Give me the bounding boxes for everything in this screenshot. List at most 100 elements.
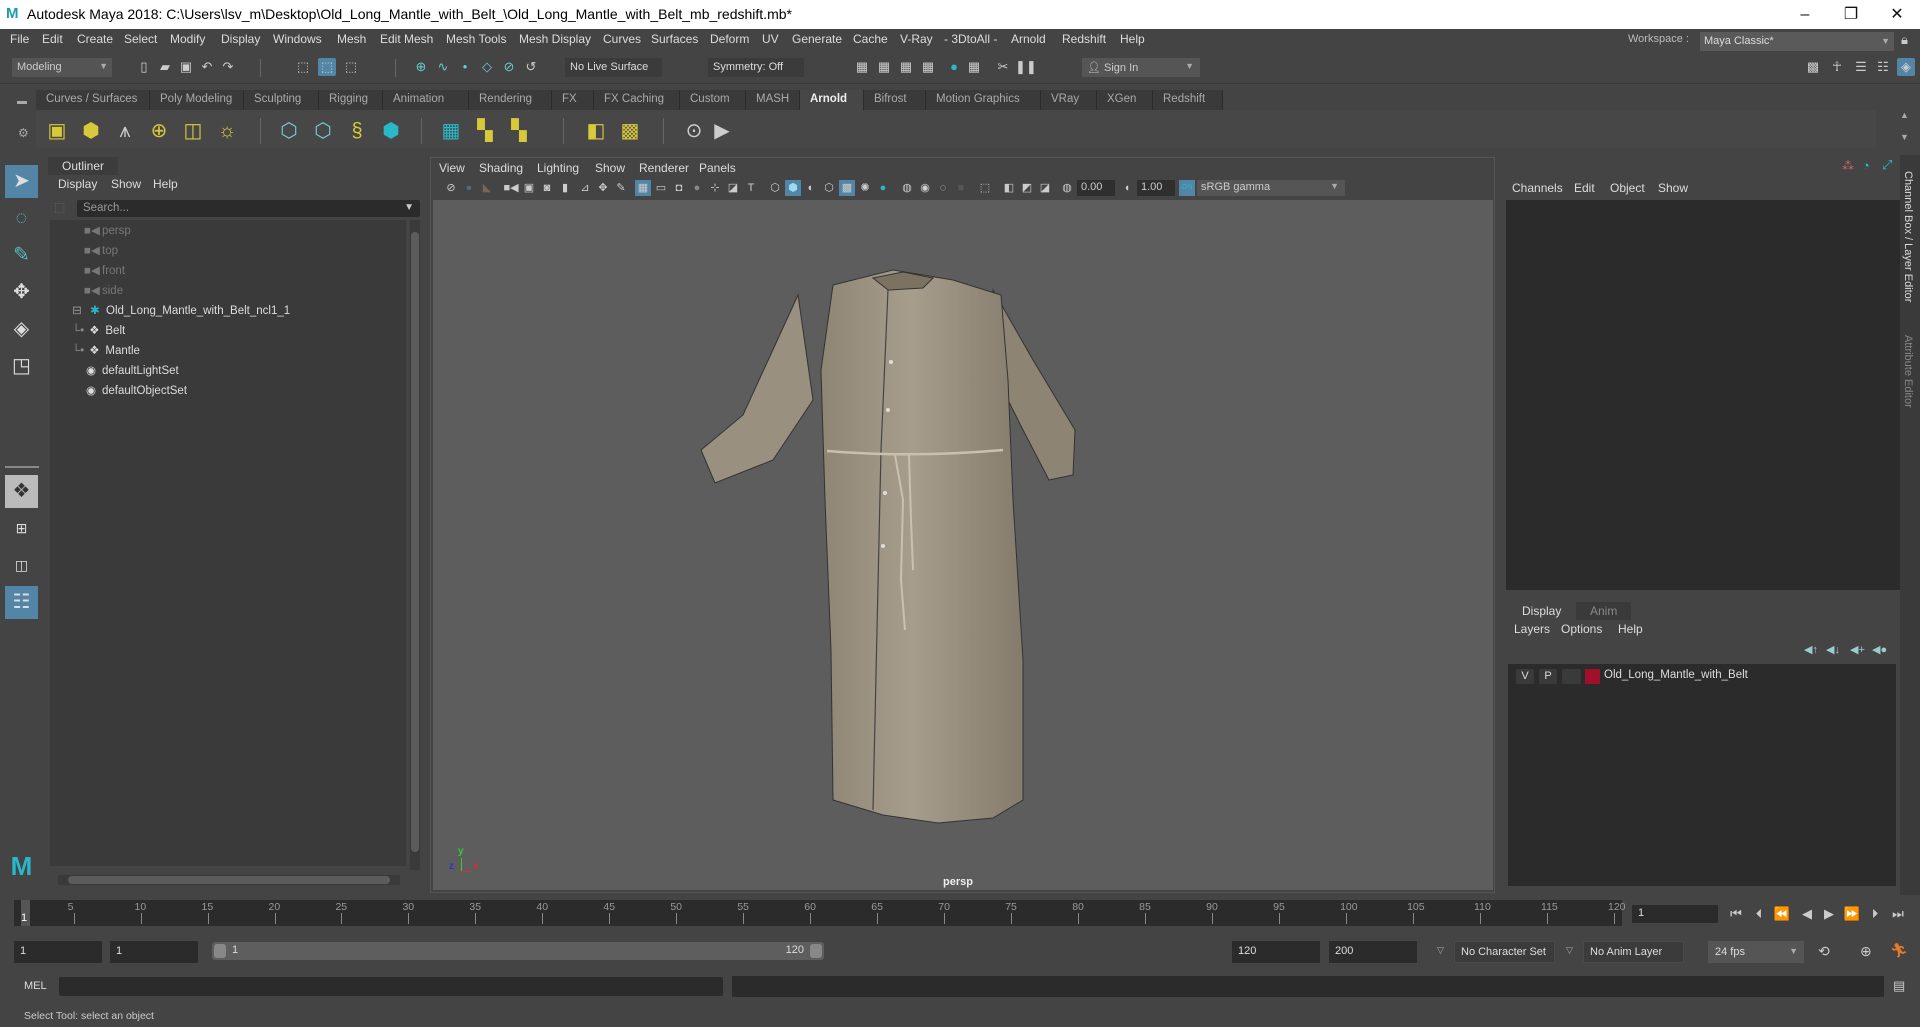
outliner-menu-show[interactable]: Show [111,177,141,191]
menu-arnold[interactable]: Arnold [1011,32,1046,46]
smooth-shade-icon[interactable]: ⬢ [785,180,801,196]
channels-menu-edit[interactable]: Edit [1574,181,1595,195]
range-end-handle[interactable] [810,944,822,958]
layer-row[interactable]: V P Old_Long_Mantle_with_Belt [1508,664,1896,688]
scrollbar-thumb[interactable] [411,232,419,852]
bookmark-flag-icon[interactable]: ▮ [557,180,573,196]
snap-project-icon[interactable]: ↺ [522,58,540,76]
layer-color-swatch[interactable] [1585,669,1600,684]
fps-dropdown[interactable]: 24 fps ▼ [1708,941,1804,963]
safe-action-icon[interactable]: ◪ [725,180,741,196]
anti-aliasing-icon[interactable]: ◌ [935,180,951,196]
shelf-tab-sculpting[interactable]: Sculpting [244,90,319,110]
outliner-item-top[interactable]: ■◀ top [84,242,118,260]
render-frame-icon[interactable]: ▦ [853,58,871,76]
tx-remove-icon[interactable]: ▚ [506,118,532,144]
play-forwards-icon[interactable]: ▶ [1820,905,1838,923]
layer-tab-display[interactable]: Display [1508,602,1576,620]
exposure-field[interactable]: 0.00 [1077,180,1115,196]
layer-menu-layers[interactable]: Layers [1514,622,1550,636]
isolate-select-icon[interactable]: ⬚ [977,180,993,196]
color-management-toggle[interactable]: ON [1179,180,1195,196]
step-forward-key-icon[interactable]: ⏩ [1843,905,1861,923]
select-component-icon[interactable]: ⬚ [342,58,360,76]
menu-cache[interactable]: Cache [853,32,888,46]
photometric-light-icon[interactable]: ⩚ [112,118,138,144]
range-start-handle[interactable] [214,944,226,958]
screen-space-ao-icon[interactable]: ◍ [899,180,915,196]
menu-mesh-display[interactable]: Mesh Display [519,32,591,46]
save-scene-icon[interactable]: ▣ [177,58,195,76]
standin-create-icon[interactable]: ⬡ [276,118,302,144]
live-surface-field[interactable]: No Live Surface [565,58,662,77]
side-tab-channel-box[interactable]: Channel Box / Layer Editor [1902,171,1914,302]
grease-pencil-icon[interactable]: ✎ [613,180,629,196]
menu-redshift[interactable]: Redshift [1062,32,1106,46]
outliner-layout-icon[interactable]: ☷ [5,586,38,619]
shelf-tab-animation[interactable]: Animation [383,90,469,110]
close-button[interactable]: ✕ [1874,0,1920,29]
current-frame-marker[interactable]: 1 [21,900,30,926]
gear-icon[interactable]: ⚙︎ [18,126,29,140]
menu-edit-mesh[interactable]: Edit Mesh [380,32,433,46]
menu-mesh[interactable]: Mesh [337,32,366,46]
render-view-icon[interactable]: ▦ [965,58,983,76]
layer-display-type-toggle[interactable] [1562,669,1581,684]
bookmark-icon[interactable]: ◣ [479,180,495,196]
go-to-start-icon[interactable]: ⏮ [1727,905,1745,923]
time-slider-track[interactable]: 1 5 10 15 20 25 30 35 40 45 50 55 60 65 70 75 80 85 90 95 1… [14,900,1626,926]
wireframe-icon[interactable]: ⬡ [767,180,783,196]
shelf-scroll-down-icon[interactable]: ▼ [1900,132,1909,142]
motion-blur-icon[interactable]: ◉ [917,180,933,196]
volume-icon[interactable]: ⬢ [378,118,404,144]
shelf-tab-fx[interactable]: FX [552,90,594,110]
texture-manager-icon[interactable]: ▚ [472,118,498,144]
channels-menu-show[interactable]: Show [1658,181,1688,195]
chevron-down-icon[interactable]: ▼ [404,202,414,213]
wireframe-on-shaded-icon[interactable]: ⬡ [821,180,837,196]
single-perspective-layout-icon[interactable]: ❖ [5,475,38,508]
outliner-item-default-light-set[interactable]: ◉ defaultLightSet [84,362,179,380]
channel-box-area[interactable] [1506,200,1900,590]
shelf-tab-mash[interactable]: MASH [746,90,800,110]
viewport-menu-renderer[interactable]: Renderer [639,161,689,175]
shelf-tab-bifrost[interactable]: Bifrost [864,90,926,110]
mantle-model[interactable] [433,200,1493,890]
xray-icon[interactable]: ◧ [1001,180,1017,196]
outliner-menu-display[interactable]: Display [58,177,97,191]
scrollbar-thumb[interactable] [68,876,390,884]
shelf-tab-rigging[interactable]: Rigging [319,90,383,110]
mel-label[interactable]: MEL [24,980,47,992]
2d-pan-zoom-icon[interactable]: ✥ [595,180,611,196]
attribute-editor-toggle-icon[interactable]: ☰ [1852,58,1870,76]
skydome-light-icon[interactable]: ⊕ [146,118,172,144]
menu-vray[interactable]: V-Ray [900,32,933,46]
animation-start-field[interactable]: 1 [14,941,102,963]
menu-select[interactable]: Select [124,32,157,46]
shelf-tab-poly-modeling[interactable]: Poly Modeling [150,90,244,110]
open-scene-icon[interactable]: ▰ [156,58,174,76]
snap-live-icon[interactable]: ⊘ [500,58,518,76]
safe-title-icon[interactable]: T [743,180,759,196]
outliner-search-input[interactable]: Search... ▼ [77,200,420,217]
render-sequence-icon[interactable]: ▦ [875,58,893,76]
range-bar[interactable]: 1 120 [212,942,824,960]
animation-preferences-icon[interactable]: 🏃︎ [1890,942,1908,959]
four-view-layout-icon[interactable]: ⊞ [5,512,38,545]
script-editor-icon[interactable]: ▤ [1893,978,1905,994]
select-object-icon[interactable]: ⬚ [318,58,336,76]
hypershade-icon[interactable]: ● [945,58,963,76]
anim-layer-dropdown[interactable]: No Anim Layer [1583,941,1684,963]
camera-settings-icon[interactable]: ◙ [539,180,555,196]
layer-menu-options[interactable]: Options [1561,622,1602,636]
viewport-menu-shading[interactable]: Shading [479,161,523,175]
hyper-icon[interactable]: ⤢ [1882,157,1892,173]
menu-display[interactable]: Display [221,32,260,46]
rotate-tool-icon[interactable]: ◈ [5,313,38,346]
step-forward-frame-icon[interactable]: ⏵ [1866,905,1884,923]
viewport-menu-view[interactable]: View [439,161,465,175]
shelf-tab-curves-surfaces[interactable]: Curves / Surfaces [36,90,150,110]
step-back-key-icon[interactable]: ⏪ [1773,905,1791,923]
shader-checker-icon[interactable]: ▩ [617,118,643,144]
auto-key-icon[interactable]: ⊕ [1860,943,1872,960]
